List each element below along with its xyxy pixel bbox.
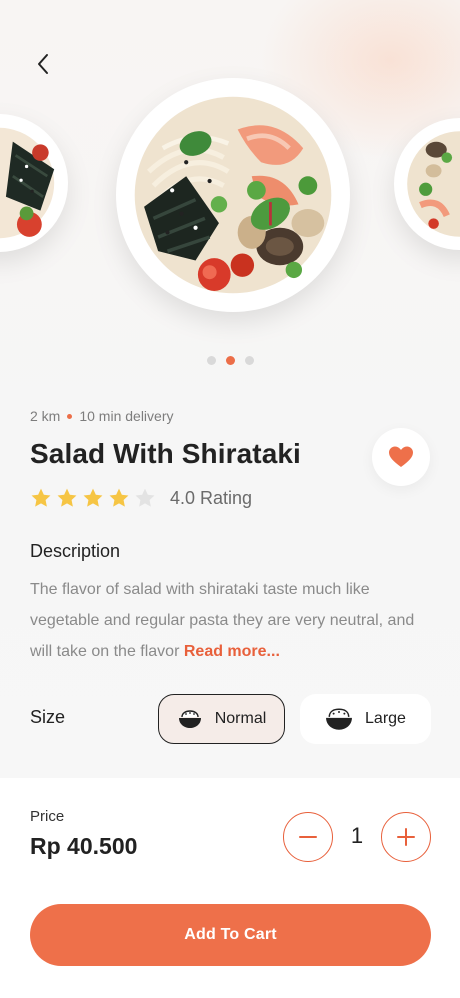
size-option-normal[interactable]: Normal <box>158 694 285 744</box>
size-option-label: Normal <box>214 710 267 727</box>
add-to-cart-button[interactable]: Add To Cart <box>30 904 431 966</box>
price-value: Rp 40.500 <box>30 833 138 859</box>
image-carousel[interactable] <box>0 78 460 318</box>
size-label: Size <box>30 707 66 727</box>
carousel-indicator <box>0 356 460 365</box>
price-label: Price <box>30 808 65 825</box>
star-filled-icon <box>83 488 103 507</box>
rating-text: 4.0 Rating <box>170 487 253 508</box>
chevron-left-icon <box>38 54 48 74</box>
description-text: The flavor of salad with shirataki taste… <box>30 574 434 667</box>
separator-dot <box>67 413 73 419</box>
star-filled-icon <box>57 488 77 507</box>
delivery-distance: 2 km <box>30 408 61 424</box>
star-empty-icon <box>135 488 155 507</box>
quantity-value: 1 <box>350 823 364 848</box>
minus-icon <box>299 836 317 838</box>
carousel-dot[interactable] <box>244 356 254 365</box>
salad-image-previous[interactable] <box>0 114 68 252</box>
carousel-dot[interactable] <box>206 356 216 365</box>
salad-image-current[interactable] <box>116 78 350 312</box>
heart-icon <box>389 446 413 467</box>
size-option-large[interactable]: Large <box>300 694 431 744</box>
star-filled-icon <box>31 488 51 507</box>
star-rating <box>30 487 156 509</box>
product-hero: 2 km 10 min delivery Salad With Shiratak… <box>0 0 460 778</box>
rating: 4.0 Rating <box>30 487 252 509</box>
rice-bowl-icon <box>178 710 201 728</box>
rice-bowl-icon <box>326 708 352 730</box>
read-more-link[interactable]: Read more... <box>184 643 280 660</box>
delivery-info: 2 km 10 min delivery <box>30 408 174 424</box>
product-title: Salad With Shirataki <box>30 438 301 469</box>
carousel-dot-active[interactable] <box>225 356 235 365</box>
plus-icon <box>397 828 415 846</box>
checkout-panel: Price Rp 40.500 1 Add To Cart <box>0 778 460 998</box>
description-heading: Description <box>30 541 121 561</box>
favorite-button[interactable] <box>372 428 430 486</box>
star-filled-icon <box>109 488 129 507</box>
increase-quantity-button[interactable] <box>381 812 431 862</box>
delivery-time: 10 min delivery <box>79 408 174 424</box>
salad-image-next[interactable] <box>394 118 460 250</box>
size-option-label: Large <box>365 710 406 727</box>
decrease-quantity-button[interactable] <box>283 812 333 862</box>
